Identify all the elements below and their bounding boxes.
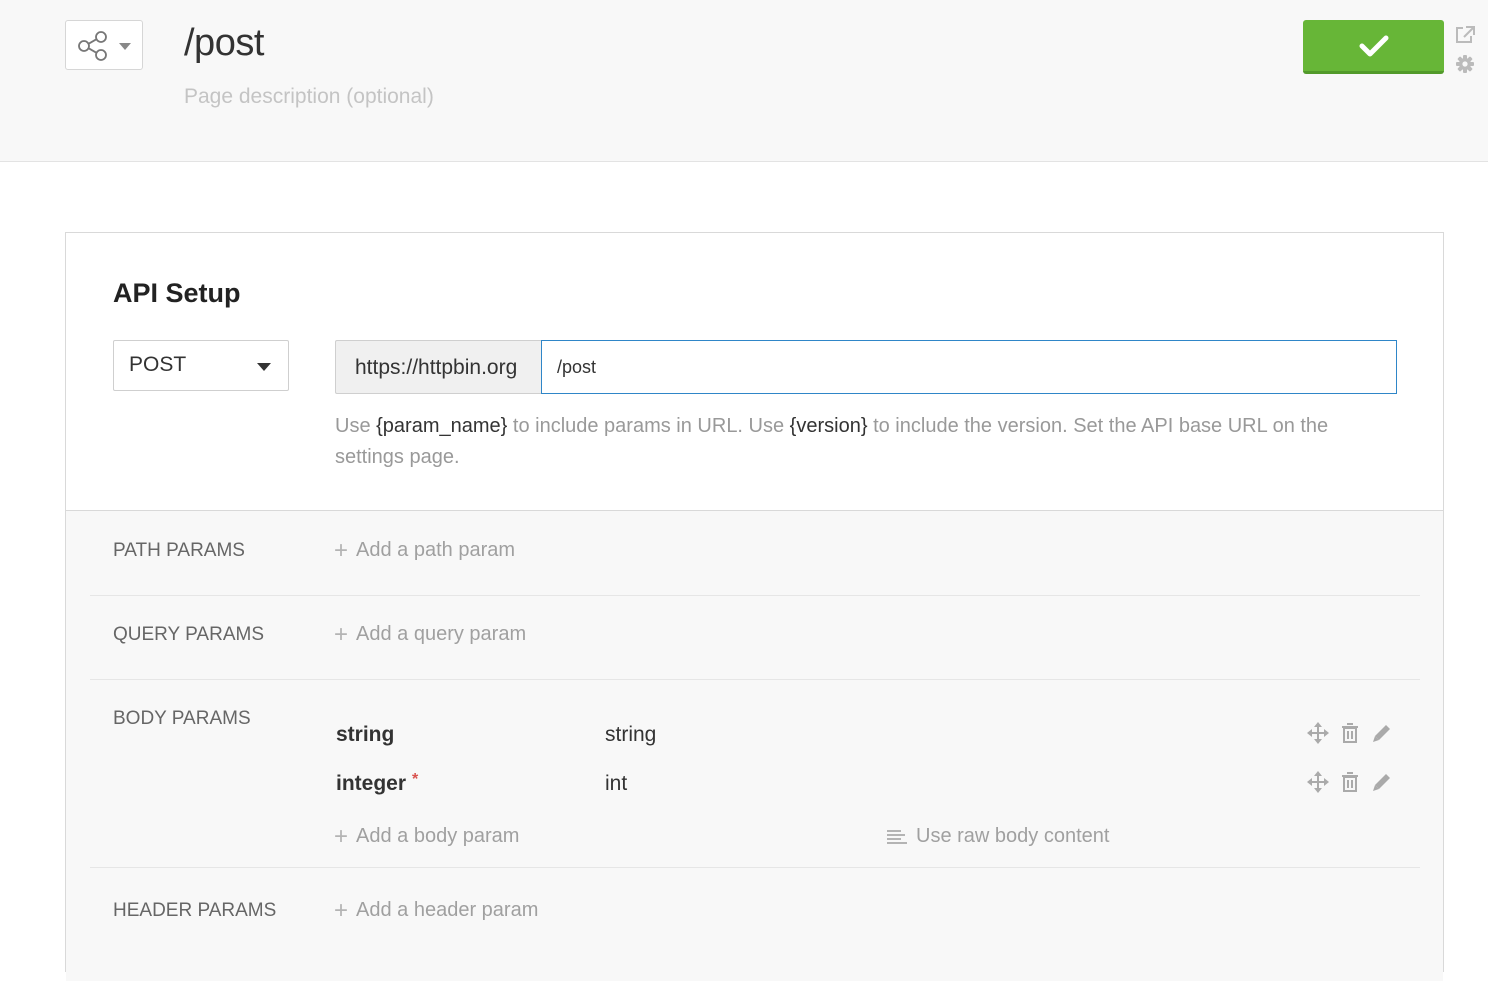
method-select[interactable]: POST xyxy=(113,340,289,391)
url-hint: Use {param_name} to include params in UR… xyxy=(335,415,1329,468)
plus-icon: + xyxy=(334,896,349,924)
param-actions xyxy=(1307,771,1393,793)
params-section: PATH PARAMS + Add a path param QUERY PAR… xyxy=(66,510,1443,981)
path-params-row: PATH PARAMS + Add a path param xyxy=(90,511,1420,596)
check-icon xyxy=(1359,35,1389,57)
add-path-param-link[interactable]: + Add a path param xyxy=(334,536,515,564)
param-name[interactable]: integer * xyxy=(336,771,419,796)
chevron-down-icon xyxy=(119,43,131,50)
trash-icon[interactable] xyxy=(1339,722,1361,744)
caret-down-icon xyxy=(257,363,271,371)
external-link-icon[interactable] xyxy=(1454,25,1476,45)
plus-icon: + xyxy=(334,536,349,564)
text-lines-icon xyxy=(887,829,907,844)
plus-icon: + xyxy=(334,620,349,648)
page-description-field[interactable]: Page description (optional) xyxy=(184,85,434,109)
path-input[interactable] xyxy=(541,340,1397,394)
move-icon[interactable] xyxy=(1307,722,1329,744)
add-body-param-link[interactable]: + Add a body param xyxy=(334,822,519,850)
api-setup-card: API Setup POST https://httpbin.org Use {… xyxy=(65,232,1444,981)
body-params-row: BODY PARAMS string string integer* int xyxy=(90,680,1420,868)
required-marker: * xyxy=(412,771,419,788)
share-button[interactable] xyxy=(65,20,143,70)
use-raw-body-link[interactable]: Use raw body content xyxy=(887,825,1109,848)
share-icon xyxy=(78,31,107,61)
param-token: {param_name} xyxy=(376,415,508,437)
plus-icon: + xyxy=(334,822,349,850)
base-url-text: https://httpbin.org xyxy=(355,356,518,379)
save-button[interactable] xyxy=(1303,20,1444,74)
page-header: /post Page description (optional) xyxy=(0,0,1488,162)
method-value: POST xyxy=(129,353,187,376)
param-type: int xyxy=(605,772,628,795)
gear-icon[interactable] xyxy=(1455,54,1475,74)
pencil-icon[interactable] xyxy=(1371,722,1393,744)
add-header-param-link[interactable]: + Add a header param xyxy=(334,896,538,924)
param-type: string xyxy=(605,723,657,746)
param-actions xyxy=(1307,722,1393,744)
section-title: API Setup xyxy=(113,278,241,308)
body-params-label: BODY PARAMS xyxy=(113,708,251,729)
header-params-row: HEADER PARAMS + Add a header param xyxy=(90,868,1420,952)
move-icon[interactable] xyxy=(1307,771,1329,793)
trash-icon[interactable] xyxy=(1339,771,1361,793)
pencil-icon[interactable] xyxy=(1371,771,1393,793)
query-params-row: QUERY PARAMS + Add a query param xyxy=(90,596,1420,680)
base-url-addon: https://httpbin.org xyxy=(335,340,542,394)
version-token: {version} xyxy=(789,415,868,437)
query-params-label: QUERY PARAMS xyxy=(113,624,264,645)
page-title[interactable]: /post xyxy=(184,22,264,65)
param-name[interactable]: string xyxy=(336,723,394,747)
add-query-param-link[interactable]: + Add a query param xyxy=(334,620,526,648)
header-params-label: HEADER PARAMS xyxy=(113,900,277,921)
path-params-label: PATH PARAMS xyxy=(113,540,245,561)
